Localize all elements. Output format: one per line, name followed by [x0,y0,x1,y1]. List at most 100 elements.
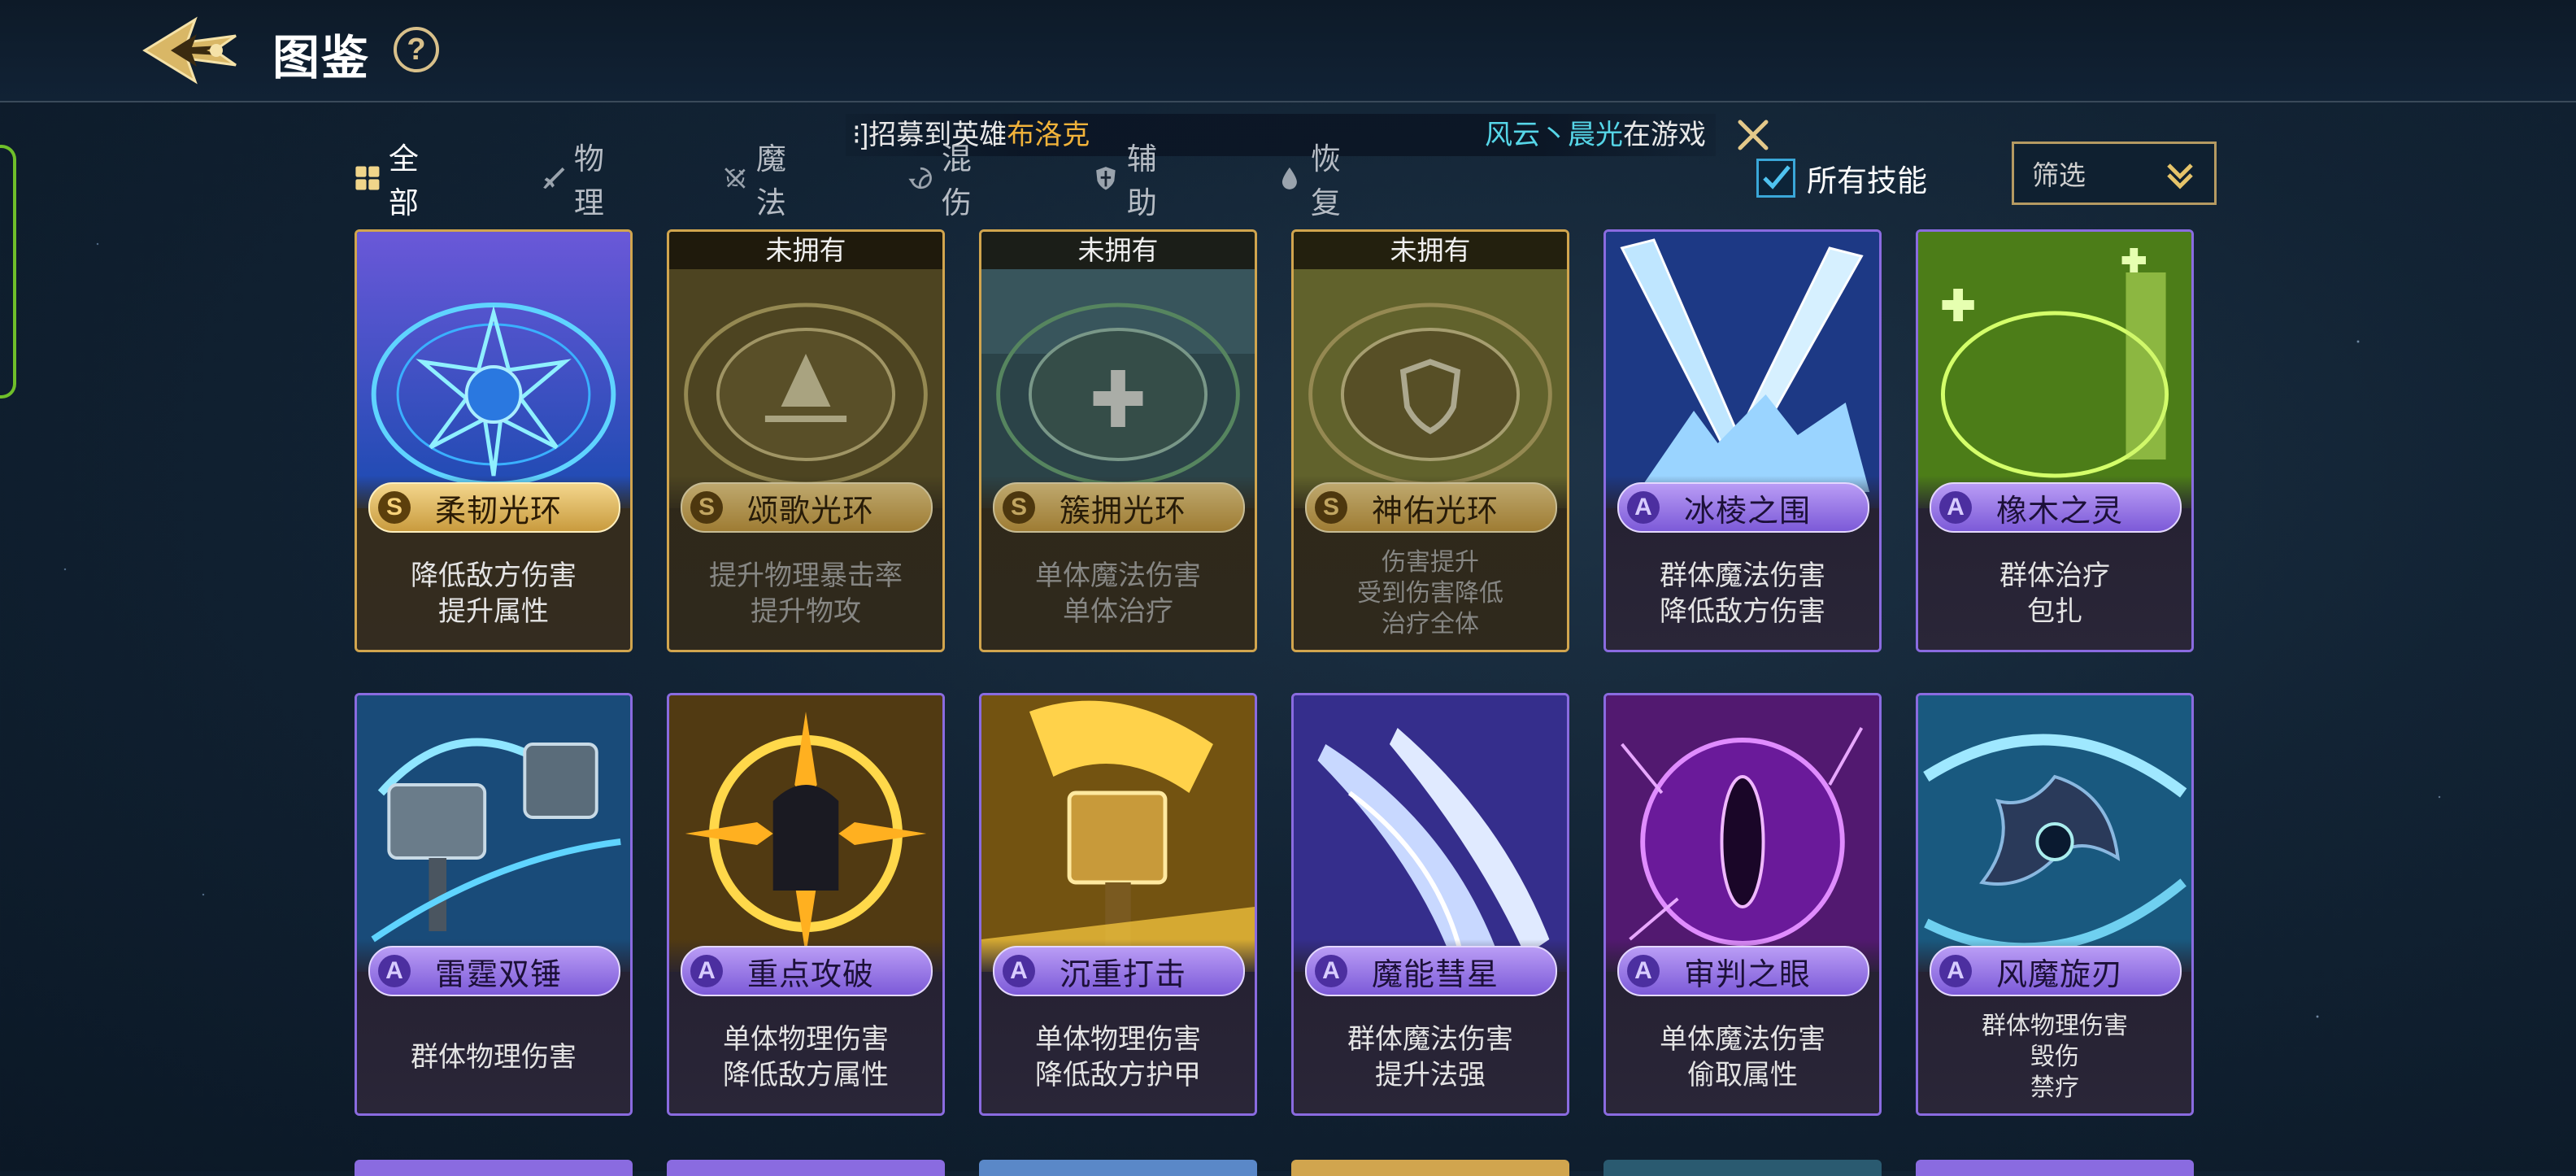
skill-description-line: 治疗全体 [1382,611,1479,638]
skill-card[interactable]: A 魔能彗星 群体魔法伤害 提升法强 [1291,693,1569,1116]
skill-description-line: 伤害提升 [1382,549,1479,576]
skill-description: 群体魔法伤害 降低敌方伤害 [1606,541,1879,647]
magic-icon [724,168,746,189]
page-title: 图鉴 [272,32,371,85]
skill-name-bar: A 雷霆双锤 [368,946,620,996]
skill-card[interactable]: A 重点攻破 单体物理伤害 降低敌方属性 [667,693,945,1116]
unowned-tag: 未拥有 [1294,232,1567,269]
skill-name-bar: A 魔能彗星 [1305,946,1557,996]
skill-card[interactable]: A 冰棱之围 群体魔法伤害 降低敌方伤害 [1603,229,1882,652]
skill-name-bar: A 橡木之灵 [1930,482,2182,533]
grade-badge: S [690,491,723,524]
skill-description: 单体物理伤害 降低敌方护甲 [981,1004,1255,1110]
grade-badge: A [690,955,723,987]
skill-description-line: 禁疗 [2030,1074,2079,1101]
drop-icon [1281,167,1297,189]
skill-description-line: 受到伤害降低 [1357,580,1503,607]
skill-description: 群体魔法伤害 提升法强 [1294,1004,1567,1110]
skill-card[interactable]: 未拥有 S 颂歌光环 提升物理暴击率 提升物攻 [667,229,945,652]
skill-name: 雷霆双锤 [434,957,562,992]
tab-physical[interactable]: 物理 [540,142,616,220]
skill-card[interactable]: A 雷霆双锤 群体物理伤害 [355,693,633,1116]
tab-support[interactable]: 辅助 [1093,142,1168,220]
skill-name: 沉重打击 [1059,957,1186,992]
skill-name: 风魔旋刃 [1995,957,2123,992]
skill-name-bar: S 神佑光环 [1305,482,1557,533]
filter-label: 筛选 [2032,160,2086,190]
card-peek [1603,1160,1882,1176]
skill-description: 提升物理暴击率 提升物攻 [669,541,942,647]
skill-card[interactable]: A 审判之眼 单体魔法伤害 偷取属性 [1603,693,1882,1116]
skill-description-line: 单体魔法伤害 [1035,560,1201,591]
skill-name-bar: S 柔韧光环 [368,482,620,533]
grade-badge: A [1627,955,1660,987]
skill-art-image [357,232,630,508]
skill-art-image [1606,695,1879,972]
tab-all[interactable]: 全部 [355,142,430,220]
skill-name: 簇拥光环 [1059,494,1186,529]
side-panel-handle[interactable] [0,145,16,399]
back-arrow-icon [142,16,237,85]
sword-icon [543,167,565,189]
skill-description-line: 群体物理伤害 [411,1042,577,1073]
grade-badge: A [1315,955,1347,987]
skill-description: 降低敌方伤害 提升属性 [357,541,630,647]
all-skills-checkbox[interactable] [1756,159,1795,198]
filter-dropdown[interactable]: 筛选 [2012,142,2217,205]
top-bar: 图鉴 ? [0,0,2576,102]
ticker-close-button[interactable] [1734,114,1773,156]
skill-card[interactable]: 未拥有 S 簇拥光环 单体魔法伤害 单体治疗 [979,229,1257,652]
skill-card[interactable]: S 柔韧光环 降低敌方伤害 提升属性 [355,229,633,652]
tab-mixed[interactable]: 混伤 [907,142,983,220]
skill-art-image [1294,232,1567,508]
skill-art-image [981,232,1255,508]
skill-art-image [981,695,1255,972]
card-peek [355,1160,633,1176]
card-peek [979,1160,1257,1176]
skill-description-line: 提升物攻 [751,596,861,627]
skill-description-line: 提升属性 [438,596,549,627]
grid-icon [355,166,380,190]
skill-description-line: 降低敌方伤害 [411,560,577,591]
skill-name-bar: A 重点攻破 [681,946,933,996]
skill-description: 群体物理伤害 [357,1004,630,1110]
skill-name: 魔能彗星 [1371,957,1499,992]
skill-description: 伤害提升受到伤害降低 治疗全体 [1294,541,1567,647]
skill-card[interactable]: 未拥有 S 神佑光环 伤害提升受到伤害降低 治疗全体 [1291,229,1569,652]
skill-card[interactable]: A 风魔旋刃 群体物理伤害 毁伤 禁疗 [1916,693,2194,1116]
help-button[interactable]: ? [394,27,439,72]
skill-name-bar: S 簇拥光环 [993,482,1245,533]
skill-name-bar: A 审判之眼 [1617,946,1869,996]
skill-description-line: 降低敌方伤害 [1660,596,1825,627]
grade-badge: A [1627,491,1660,524]
all-skills-toggle[interactable]: 所有技能 [1756,153,1927,203]
skill-art-image [1606,232,1879,508]
grade-badge: A [1939,491,1972,524]
skill-description-line: 偷取属性 [1687,1060,1798,1091]
skill-description: 单体魔法伤害 偷取属性 [1606,1004,1879,1110]
skill-name: 柔韧光环 [434,494,562,529]
skill-description-line: 提升物理暴击率 [709,560,903,591]
skill-art-image [669,695,942,972]
skill-description: 群体治疗 包扎 [1918,541,2191,647]
tab-recovery[interactable]: 恢复 [1277,142,1352,220]
skill-description-line: 单体治疗 [1063,596,1173,627]
skill-name-bar: S 颂歌光环 [681,482,933,533]
grade-badge: S [1003,491,1035,524]
skill-description-line: 单体物理伤害 [1035,1024,1201,1055]
tab-magic[interactable]: 魔法 [722,142,798,220]
checkmark-icon [1763,165,1791,189]
back-button[interactable] [138,11,252,89]
skill-art-image [1294,695,1567,972]
skill-description-line: 群体治疗 [1999,560,2110,591]
skill-name-bar: A 风魔旋刃 [1930,946,2182,996]
skill-name-bar: A 冰棱之围 [1617,482,1869,533]
skill-description: 群体物理伤害 毁伤 禁疗 [1918,1004,2191,1110]
skill-card[interactable]: A 橡木之灵 群体治疗包扎 [1916,229,2194,652]
skill-description-line: 包扎 [2027,596,2082,627]
ticker-message-2: 风云丶晨光在游戏 [1485,120,1706,150]
skill-art-image [669,232,942,508]
skill-card[interactable]: A 沉重打击 单体物理伤害 降低敌方护甲 [979,693,1257,1116]
skill-description-line: 群体魔法伤害 [1347,1024,1513,1055]
skill-description-line: 降低敌方护甲 [1035,1060,1201,1091]
